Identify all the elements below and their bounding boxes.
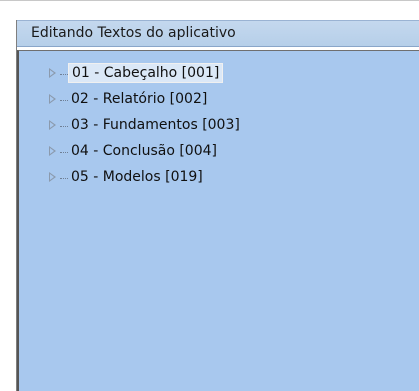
- top-divider: [0, 0, 419, 14]
- tree-item-relatorio[interactable]: 02 - Relatório [002]: [19, 89, 399, 111]
- panel-title: Editando Textos do aplicativo: [17, 20, 419, 47]
- tree-item-modelos[interactable]: 05 - Modelos [019]: [19, 167, 399, 189]
- tree-item-cabecalho[interactable]: 01 - Cabeçalho [001]: [19, 63, 399, 85]
- tree-connector: [60, 178, 68, 180]
- tree-item-label[interactable]: 03 - Fundamentos [003]: [68, 115, 243, 135]
- tree-connector: [60, 74, 68, 76]
- tree-item-label[interactable]: 04 - Conclusão [004]: [68, 141, 220, 161]
- expand-arrow-icon[interactable]: [49, 94, 56, 104]
- text-editor-panel: Editando Textos do aplicativo 01 - Cabeç…: [16, 20, 419, 391]
- tree-item-label[interactable]: 02 - Relatório [002]: [68, 89, 210, 109]
- sections-tree[interactable]: 01 - Cabeçalho [001] 02 - Relatório [002…: [17, 50, 419, 391]
- tree-item-conclusao[interactable]: 04 - Conclusão [004]: [19, 141, 399, 163]
- expand-arrow-icon[interactable]: [49, 172, 56, 182]
- expand-arrow-icon[interactable]: [49, 146, 56, 156]
- expand-arrow-icon[interactable]: [49, 120, 56, 130]
- tree-item-fundamentos[interactable]: 03 - Fundamentos [003]: [19, 115, 399, 137]
- tree-item-label[interactable]: 05 - Modelos [019]: [68, 167, 206, 187]
- tree-item-label[interactable]: 01 - Cabeçalho [001]: [68, 63, 224, 83]
- app-window: Editando Textos do aplicativo 01 - Cabeç…: [0, 0, 419, 391]
- tree-connector: [60, 126, 68, 128]
- expand-arrow-icon[interactable]: [49, 68, 56, 78]
- tree-connector: [60, 100, 68, 102]
- tree-connector: [60, 152, 68, 154]
